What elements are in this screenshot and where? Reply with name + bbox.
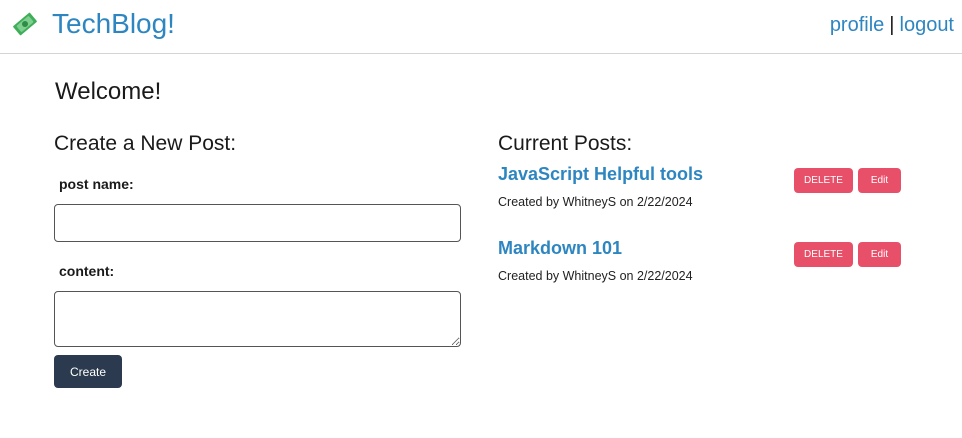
nav-links: profile | logout [830, 12, 954, 38]
money-stack-icon [13, 12, 37, 36]
logout-link[interactable]: logout [900, 14, 955, 36]
post-name-input[interactable] [54, 204, 461, 242]
delete-button[interactable]: DELETE [794, 168, 853, 193]
navbar: TechBlog! profile | logout [0, 0, 962, 54]
nav-separator: | [889, 14, 895, 36]
profile-link[interactable]: profile [830, 14, 884, 36]
post-name-label: post name: [59, 176, 134, 192]
post-item: Markdown 101 Created by WhitneyS on 2/22… [498, 236, 908, 306]
current-posts-section: Current Posts: JavaScript Helpful tools … [498, 130, 908, 306]
edit-button[interactable]: Edit [858, 242, 901, 267]
current-posts-title: Current Posts: [498, 132, 633, 155]
post-item: JavaScript Helpful tools Created by Whit… [498, 162, 908, 232]
brand-title[interactable]: TechBlog! [52, 8, 175, 40]
delete-button[interactable]: DELETE [794, 242, 853, 267]
create-button[interactable]: Create [54, 355, 122, 388]
create-post-title: Create a New Post: [54, 132, 237, 155]
brand-link[interactable]: TechBlog! [10, 8, 175, 40]
post-actions: DELETE Edit [794, 242, 901, 267]
content-textarea[interactable] [54, 291, 461, 347]
post-meta: Created by WhitneyS on 2/22/2024 [498, 269, 693, 283]
content-label: content: [59, 263, 115, 279]
post-actions: DELETE Edit [794, 168, 901, 193]
welcome-heading: Welcome! [55, 78, 162, 105]
post-meta: Created by WhitneyS on 2/22/2024 [498, 195, 693, 209]
edit-button[interactable]: Edit [858, 168, 901, 193]
create-post-section: Create a New Post: post name: content: C… [54, 130, 462, 388]
